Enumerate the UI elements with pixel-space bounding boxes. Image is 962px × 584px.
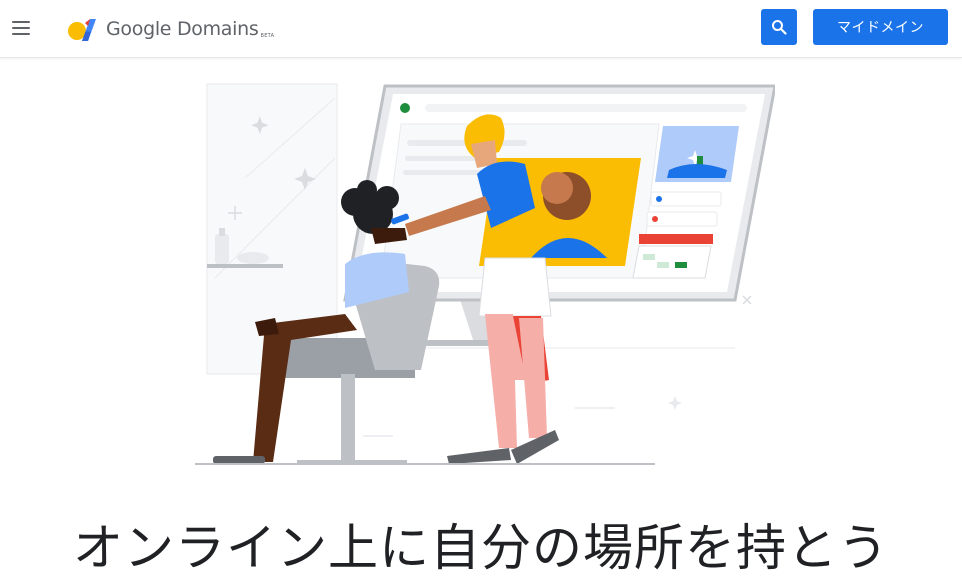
my-domain-button[interactable]: マイドメイン	[813, 9, 948, 45]
hero-headline: オンライン上に自分の場所を持とう	[73, 519, 889, 577]
top-app-bar: Google Domains BETA マイドメイン	[0, 0, 962, 58]
hamburger-menu-icon[interactable]	[8, 14, 36, 42]
beta-badge: BETA	[260, 33, 275, 39]
search-button[interactable]	[761, 9, 797, 45]
salon-website-illustration	[195, 78, 777, 470]
logo-wordmark: Google Domains	[106, 18, 259, 40]
search-icon	[772, 20, 787, 35]
google-domains-logo[interactable]: Google Domains BETA	[68, 14, 274, 44]
domains-logo-icon	[68, 15, 98, 43]
